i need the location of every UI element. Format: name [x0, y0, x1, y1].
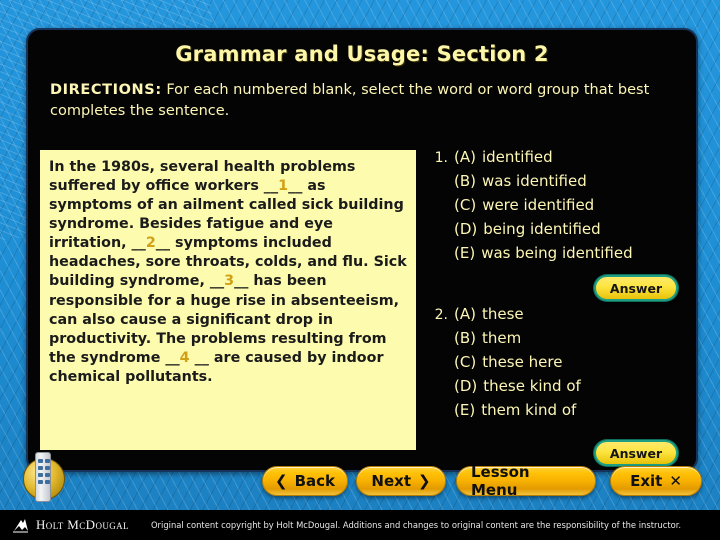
choice-row[interactable]: . (B) was identified: [424, 174, 686, 189]
choice-row[interactable]: . (E) them kind of: [424, 403, 686, 418]
choice-label: (D): [454, 220, 478, 238]
question-block-2: 2. (A) these . (B) them . (C) these here…: [424, 307, 686, 418]
footer-bar: Holt McDougal Original content copyright…: [0, 510, 720, 540]
spacer: .: [424, 175, 454, 189]
choice-row[interactable]: . (D) being identified: [424, 222, 686, 237]
choice-label: (E): [454, 244, 476, 262]
back-button-label: Back: [294, 472, 336, 490]
passage-blank-4: 4: [179, 349, 190, 366]
spacer: .: [424, 332, 454, 346]
spacer: .: [424, 223, 454, 237]
spacer: .: [424, 404, 454, 418]
choice-text: them: [482, 329, 522, 347]
question-block-1: 1. (A) identified . (B) was identified .…: [424, 150, 686, 261]
directions-text: DIRECTIONS: For each numbered blank, sel…: [50, 80, 672, 122]
choice-text: being identified: [483, 220, 601, 238]
choice-label: (A): [454, 148, 476, 166]
choice-row[interactable]: . (E) was being identified: [424, 246, 686, 261]
next-button-label: Next: [371, 472, 411, 490]
spacer: .: [424, 380, 454, 394]
page-title: Grammar and Usage: Section 2: [175, 42, 549, 66]
passage-blank-2: 2: [145, 235, 156, 252]
holt-mcdougal-logo-icon: [12, 517, 30, 533]
exit-button[interactable]: Exit ✕: [610, 466, 702, 496]
lesson-menu-button[interactable]: Lesson Menu: [456, 463, 596, 499]
choice-text: identified: [481, 148, 553, 166]
footer-brand-name: Holt McDougal: [36, 517, 129, 532]
content-panel: Grammar and Usage: Section 2 DIRECTIONS:…: [26, 28, 698, 472]
spacer: .: [424, 247, 454, 261]
chevron-left-icon: ❮: [275, 472, 288, 490]
choice-label: (E): [454, 401, 476, 419]
spacer: .: [424, 199, 454, 213]
choice-row[interactable]: . (C) were identified: [424, 198, 686, 213]
close-icon: ✕: [669, 472, 682, 490]
chevron-right-icon: ❯: [418, 472, 431, 490]
choice-label: (C): [454, 353, 477, 371]
next-button[interactable]: Next ❯: [356, 466, 446, 496]
lesson-menu-button-label: Lesson Menu: [471, 463, 530, 499]
footer-copyright: Original content copyright by Holt McDou…: [150, 520, 682, 530]
choice-text: them kind of: [481, 401, 577, 419]
choice-text: these kind of: [483, 377, 581, 395]
choice-text: these: [481, 305, 524, 323]
choice-row[interactable]: 1. (A) identified: [424, 148, 686, 166]
choice-text: was being identified: [481, 244, 633, 262]
answer-button-1[interactable]: Answer: [594, 275, 678, 301]
spacer: .: [424, 356, 454, 370]
choice-label: (D): [454, 377, 478, 395]
exit-button-label: Exit: [630, 472, 663, 490]
question-number-2: 2.: [434, 307, 448, 323]
slide-stage: Grammar and Usage: Section 2 DIRECTIONS:…: [0, 0, 720, 540]
choice-text: these here: [482, 353, 563, 371]
directions-label: DIRECTIONS:: [50, 82, 162, 98]
choice-label: (C): [454, 196, 477, 214]
choice-text: was identified: [482, 172, 587, 190]
navigation-bar: ❮ Back Next ❯ Lesson Menu Exit ✕: [0, 460, 720, 508]
choice-row[interactable]: . (B) them: [424, 331, 686, 346]
passage-box: In the 1980s, several health problems su…: [40, 150, 416, 450]
choice-label: (B): [454, 329, 476, 347]
choice-label: (B): [454, 172, 476, 190]
choice-row[interactable]: . (D) these kind of: [424, 379, 686, 394]
passage-blank-3: 3: [224, 273, 235, 290]
questions-column: 1. (A) identified . (B) was identified .…: [424, 150, 686, 466]
choice-text: were identified: [482, 196, 595, 214]
choice-label: (A): [454, 305, 476, 323]
choice-row[interactable]: 2. (A) these: [424, 305, 686, 323]
question-number-1: 1.: [434, 150, 448, 166]
choice-row[interactable]: . (C) these here: [424, 355, 686, 370]
back-button[interactable]: ❮ Back: [262, 466, 348, 496]
passage-blank-1: 1: [278, 178, 289, 195]
